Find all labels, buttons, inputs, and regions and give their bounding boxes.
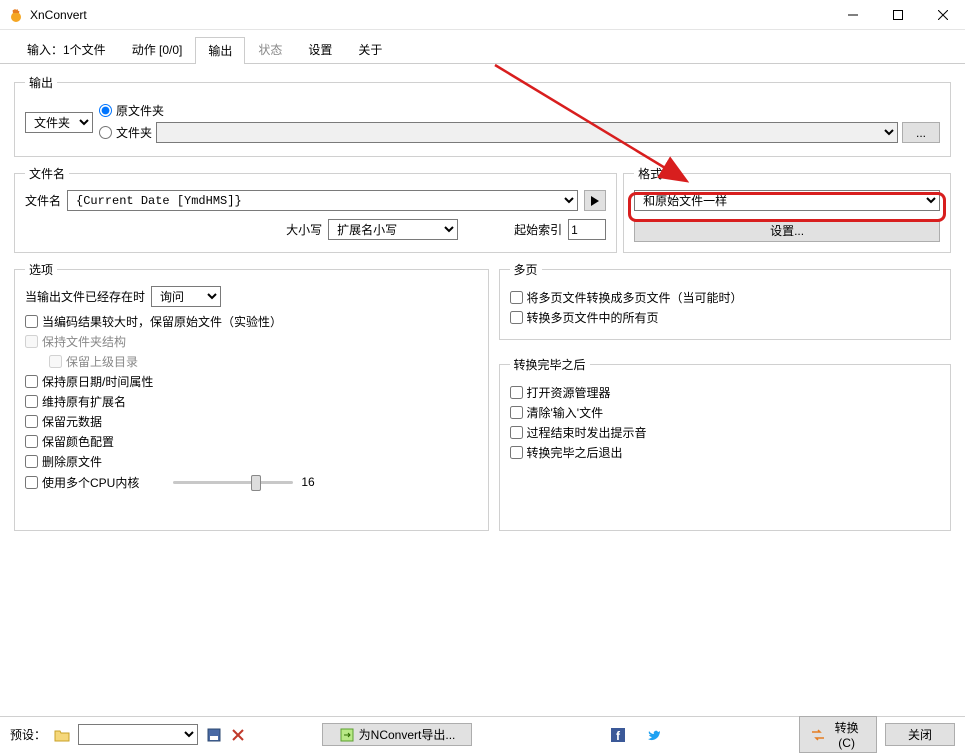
cb-convert-multi[interactable] [510,291,523,304]
preset-label: 预设： [10,726,46,743]
cpu-slider[interactable] [173,473,293,491]
tab-bar: 输入：1个文件 动作 [0/0] 输出 状态 设置 关于 [0,30,965,64]
output-group: 输出 文件夹 原文件夹 文件夹 ... [14,74,951,157]
output-legend: 输出 [25,74,57,91]
close-button[interactable] [920,0,965,29]
cpu-count: 16 [301,475,314,489]
facebook-icon[interactable]: f [610,727,626,743]
cb-play-sound[interactable] [510,426,523,439]
cb-keep-structure [25,335,38,348]
filename-label: 文件名 [25,192,61,209]
footer: 预设： 为NConvert导出... f 转换(C) 关闭 [0,716,965,752]
format-settings-button[interactable]: 设置... [634,219,940,242]
tab-settings[interactable]: 设置 [295,36,345,63]
convert-button[interactable]: 转换(C) [799,716,877,753]
format-select[interactable]: 和原始文件一样 [634,190,940,211]
cb-keep-ext[interactable] [25,395,38,408]
tab-actions[interactable]: 动作 [0/0] [119,36,196,63]
tab-input[interactable]: 输入：1个文件 [14,36,119,63]
when-exists-label: 当输出文件已经存在时 [25,288,145,305]
format-legend: 格式 [634,165,666,182]
options-group: 选项 当输出文件已经存在时 询问 当编码结果较大时，保留原始文件（实验性） 保持… [14,261,489,531]
after-legend: 转换完毕之后 [510,356,590,373]
after-group: 转换完毕之后 打开资源管理器 清除'输入'文件 过程结束时发出提示音 转换完毕之… [499,356,952,531]
delete-icon[interactable] [230,727,246,743]
export-nconvert-button[interactable]: 为NConvert导出... [322,723,472,746]
maximize-button[interactable] [875,0,920,29]
start-index-label: 起始索引 [514,221,562,238]
output-type-select[interactable]: 文件夹 [25,112,93,133]
cb-multi-cpu[interactable] [25,476,38,489]
title-bar: XnConvert [0,0,965,30]
cb-keep-date[interactable] [25,375,38,388]
options-legend: 选项 [25,261,57,278]
ellipsis-icon: ... [916,126,926,140]
multipage-legend: 多页 [510,261,542,278]
cb-convert-all-pages[interactable] [510,311,523,324]
browse-folder-button[interactable]: ... [902,122,940,143]
case-select[interactable]: 扩展名小写 [328,219,458,240]
twitter-icon[interactable] [646,727,662,743]
filename-legend: 文件名 [25,165,69,182]
case-label: 大小写 [286,221,322,238]
radio-folder[interactable] [99,126,112,139]
radio-original-folder[interactable] [99,104,112,117]
tab-about[interactable]: 关于 [345,36,395,63]
export-icon [339,727,355,743]
tab-output[interactable]: 输出 [195,37,245,64]
filename-input[interactable]: {Current Date [YmdHMS]} [67,190,578,211]
minimize-button[interactable] [830,0,875,29]
cb-open-explorer[interactable] [510,386,523,399]
save-icon[interactable] [206,727,222,743]
cb-large-result[interactable] [25,315,38,328]
start-index-input[interactable] [568,219,606,240]
cb-keep-parent [49,355,62,368]
filename-variables-button[interactable] [584,190,606,211]
convert-icon [810,727,825,743]
cb-exit-after[interactable] [510,446,523,459]
multipage-group: 多页 将多页文件转换成多页文件（当可能时） 转换多页文件中的所有页 [499,261,952,340]
tab-status[interactable]: 状态 [245,36,295,63]
radio-original-label: 原文件夹 [116,102,164,119]
window-title: XnConvert [30,8,830,22]
format-group: 格式 和原始文件一样 设置... [623,165,951,253]
preset-select[interactable] [78,724,198,745]
cb-delete-original[interactable] [25,455,38,468]
cb-keep-meta[interactable] [25,415,38,428]
play-icon [591,196,599,206]
radio-folder-label: 文件夹 [116,124,152,141]
cb-clear-input[interactable] [510,406,523,419]
app-icon [8,7,24,23]
folder-open-icon[interactable] [54,727,70,743]
close-app-button[interactable]: 关闭 [885,723,955,746]
filename-group: 文件名 文件名 {Current Date [YmdHMS]} 大小写 扩展名小… [14,165,617,253]
folder-path-select[interactable] [156,122,898,143]
cb-keep-color[interactable] [25,435,38,448]
when-exists-select[interactable]: 询问 [151,286,221,307]
